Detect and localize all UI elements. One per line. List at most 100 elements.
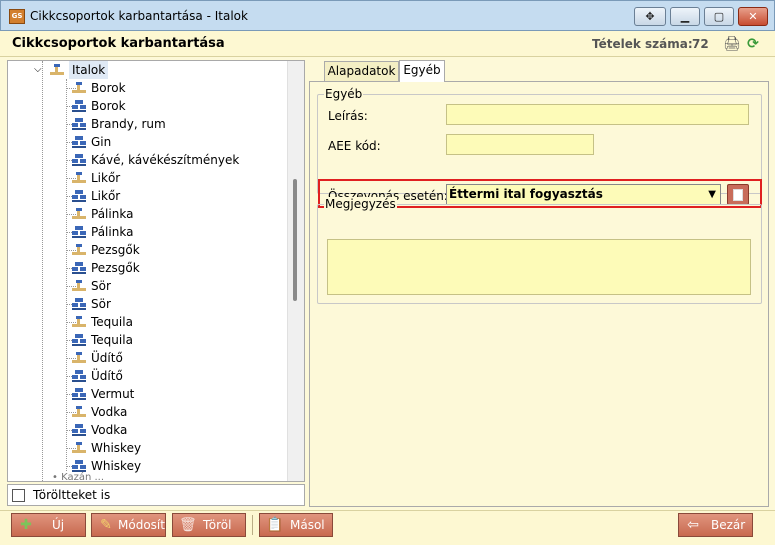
stack-icon <box>71 387 87 401</box>
minimize-button[interactable]: ▁ <box>670 7 700 26</box>
maximize-button[interactable]: ▢ <box>704 7 734 26</box>
merge-selected-value: Éttermi ital fogyasztás <box>449 187 603 201</box>
stack-icon <box>71 135 87 149</box>
tree-item[interactable]: Borok <box>8 79 288 97</box>
tree-item[interactable]: Sör <box>8 277 288 295</box>
tree-item[interactable]: Tequila <box>8 331 288 349</box>
tree-item-label: Vermut <box>91 387 135 401</box>
tree-root-italok[interactable]: ⌵ Italok <box>8 61 288 79</box>
stack-icon <box>71 153 87 167</box>
bottom-toolbar: ✚ Új ✎ Módosít 🗑 Töröl 📋 Másol ⇦ Bezár <box>0 510 775 545</box>
trash-icon: 🗑 <box>179 517 197 533</box>
aee-label: AEE kód: <box>328 139 381 153</box>
group-title: Egyéb <box>324 87 364 101</box>
tree-item-label: Üdítő <box>91 351 123 365</box>
tab-content: Egyéb Leírás: AEE kód: Összevonás esetén… <box>309 81 769 507</box>
tree-item[interactable]: Pálinka <box>8 205 288 223</box>
hierarchy-icon <box>71 207 87 221</box>
leiras-field[interactable] <box>446 104 749 125</box>
tree-item-label: Tequila <box>91 315 133 329</box>
stack-icon <box>71 99 87 113</box>
hierarchy-icon <box>71 243 87 257</box>
tree-item[interactable]: Brandy, rum <box>8 115 288 133</box>
page-header: Cikkcsoportok karbantartása Tételek szám… <box>0 31 775 57</box>
tree-item-label: Borok <box>91 99 126 113</box>
collapse-chevron-icon[interactable]: ⌵ <box>34 61 42 79</box>
stack-icon <box>71 369 87 383</box>
hierarchy-icon <box>71 81 87 95</box>
tree-item-label: Pezsgők <box>91 243 140 257</box>
tree-item[interactable]: Whiskey <box>8 439 288 457</box>
tree-scrollbar[interactable] <box>287 61 304 481</box>
tree-item[interactable]: Pezsgők <box>8 259 288 277</box>
copy-icon <box>733 189 743 201</box>
tree-item[interactable]: Likőr <box>8 169 288 187</box>
notes-textarea[interactable] <box>327 239 751 295</box>
tree-item-label: Brandy, rum <box>91 117 166 131</box>
scrollbar-thumb[interactable] <box>293 179 297 301</box>
tree-item[interactable]: Whiskey <box>8 457 288 475</box>
tree-item[interactable]: Kávé, kávékészítmények <box>8 151 288 169</box>
stack-icon <box>71 189 87 203</box>
tree-item[interactable]: Tequila <box>8 313 288 331</box>
leiras-label: Leírás: <box>328 109 368 123</box>
exit-icon: ⇦ <box>687 517 699 533</box>
tree-item[interactable]: Vodka <box>8 403 288 421</box>
stack-icon <box>71 297 87 311</box>
merge-copy-button[interactable] <box>727 184 749 205</box>
stack-icon <box>71 333 87 347</box>
tree-root-label: Italok <box>69 61 109 79</box>
tree-item[interactable]: Vodka <box>8 421 288 439</box>
window-titlebar: GS Cikkcsoportok karbantartása - Italok … <box>0 0 775 31</box>
move-window-button[interactable]: ✥ <box>634 7 666 26</box>
copy-button[interactable]: 📋 Másol <box>259 513 333 537</box>
print-icon[interactable]: 🖨 <box>723 36 741 52</box>
tab-alapadatok[interactable]: Alapadatok <box>324 61 399 81</box>
copy-doc-icon: 📋 <box>266 517 284 533</box>
show-deleted-checkbox[interactable] <box>12 489 25 502</box>
stack-icon <box>71 261 87 275</box>
category-tree[interactable]: ⌵ Italok Borok Borok Brandy, rum Gin Kávé, k… <box>7 60 305 482</box>
pencil-icon: ✎ <box>100 517 112 533</box>
tab-bar: Alapadatok Egyéb <box>309 60 769 82</box>
stack-icon <box>71 117 87 131</box>
hierarchy-icon <box>71 171 87 185</box>
aee-code-field[interactable] <box>446 134 594 155</box>
tree-item[interactable]: Vermut <box>8 385 288 403</box>
tree-item[interactable]: Üdítő <box>8 349 288 367</box>
tree-item[interactable]: Pezsgők <box>8 241 288 259</box>
delete-button-label: Töröl <box>203 518 232 532</box>
tree-item-label: Likőr <box>91 189 121 203</box>
dropdown-arrow-icon[interactable]: ▼ <box>708 189 716 200</box>
show-deleted-row: Töröltteket is <box>7 484 305 506</box>
tree-item-label: Borok <box>91 81 126 95</box>
edit-button[interactable]: ✎ Módosít <box>91 513 166 537</box>
tree-item-label: Pálinka <box>91 207 134 221</box>
refresh-icon[interactable]: ⟳ <box>745 36 761 52</box>
new-button-label: Új <box>52 518 65 532</box>
tree-item[interactable]: Üdítő <box>8 367 288 385</box>
show-deleted-label: Töröltteket is <box>33 488 111 502</box>
tree-item-label: Üdítő <box>91 369 123 383</box>
plus-icon: ✚ <box>20 517 32 533</box>
tab-egyeb[interactable]: Egyéb <box>399 60 445 82</box>
tree-item[interactable]: Sör <box>8 295 288 313</box>
tree-item[interactable]: Gin <box>8 133 288 151</box>
tree-item[interactable]: Likőr <box>8 187 288 205</box>
tree-item[interactable]: Borok <box>8 97 288 115</box>
stack-icon <box>71 423 87 437</box>
close-window-button[interactable]: ✕ <box>738 7 768 26</box>
hierarchy-icon <box>71 405 87 419</box>
tree-item[interactable]: Pálinka <box>8 223 288 241</box>
hierarchy-icon <box>50 64 64 75</box>
item-count-value: 72 <box>692 37 709 51</box>
hierarchy-icon <box>71 441 87 455</box>
new-button[interactable]: ✚ Új <box>11 513 86 537</box>
merge-dropdown[interactable]: Éttermi ital fogyasztás ▼ <box>446 184 721 205</box>
delete-button[interactable]: 🗑 Töröl <box>172 513 246 537</box>
tree-item-label: Sör <box>91 297 111 311</box>
tree-item-label: Whiskey <box>91 441 142 455</box>
tree-item-label: Vodka <box>91 423 128 437</box>
close-button-label: Bezár <box>711 518 746 532</box>
close-button[interactable]: ⇦ Bezár <box>678 513 753 537</box>
